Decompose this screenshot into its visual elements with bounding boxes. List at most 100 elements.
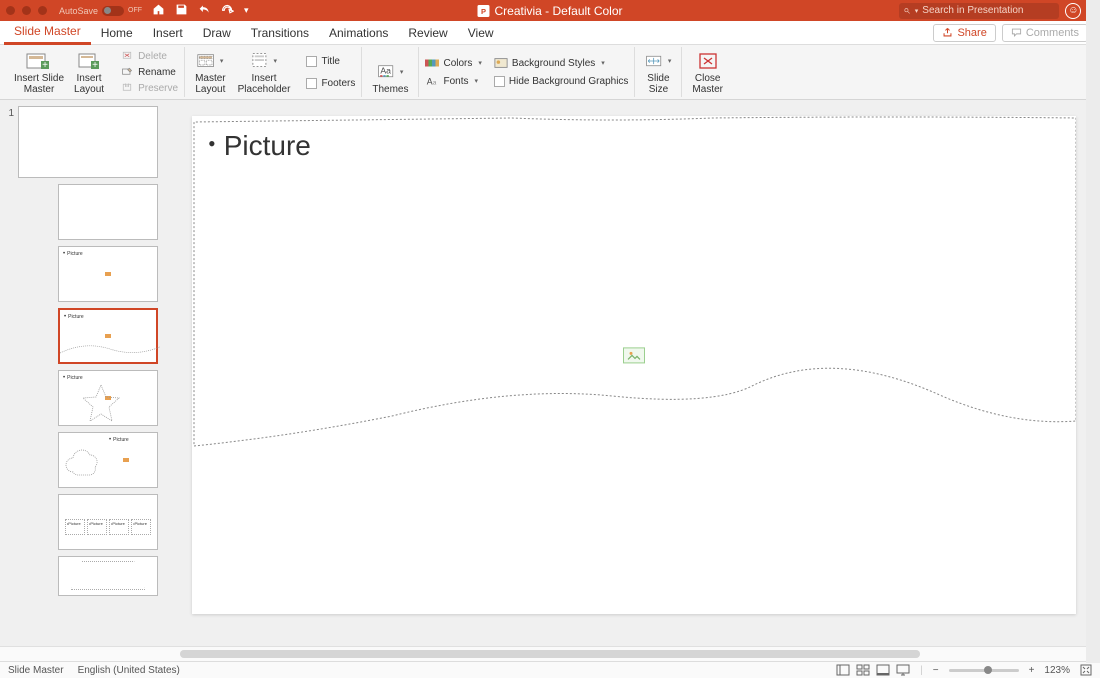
thumb-label: Picture [63, 375, 83, 381]
svg-text:Aa: Aa [381, 66, 392, 76]
share-button[interactable]: Share [933, 24, 995, 42]
slide-size-label: SlideSize [647, 73, 669, 95]
tab-view[interactable]: View [458, 21, 504, 45]
master-thumbnail[interactable] [18, 106, 158, 178]
normal-view-icon[interactable] [836, 664, 850, 676]
colors-button[interactable]: Colors▾ [425, 55, 481, 71]
layout-thumbnail-3[interactable]: Picture [58, 308, 158, 364]
picture-placeholder-icon [105, 334, 111, 338]
thumb-box: •Picture [131, 519, 151, 535]
tabs-right: Share Comments [933, 24, 1096, 42]
layout-thumbnail-5[interactable]: Picture [58, 432, 158, 488]
tab-draw[interactable]: Draw [193, 21, 241, 45]
title-checkbox[interactable] [306, 56, 317, 67]
footers-checkbox-row[interactable]: Footers [306, 75, 355, 91]
share-icon [942, 27, 953, 38]
search-icon [904, 6, 910, 16]
close-master-button[interactable]: CloseMaster [688, 48, 727, 97]
user-account-button[interactable]: ☺ [1065, 3, 1081, 19]
tab-insert[interactable]: Insert [143, 21, 193, 45]
delete-button[interactable]: Delete [120, 48, 178, 64]
title-checkbox-row[interactable]: Title [306, 53, 355, 69]
preserve-icon [120, 82, 134, 94]
fonts-button[interactable]: AaFonts▾ [425, 73, 481, 89]
fit-to-window-icon[interactable] [1080, 664, 1092, 676]
horizontal-scrollbar[interactable] [0, 646, 1100, 661]
save-icon[interactable] [175, 3, 188, 19]
layout-thumbnail-1[interactable] [58, 184, 158, 240]
vertical-scrollbar[interactable] [1086, 0, 1100, 663]
delete-icon [120, 50, 134, 62]
background-styles-button[interactable]: Background Styles▾ [494, 55, 629, 71]
qat-more-icon[interactable]: ▾ [244, 5, 249, 16]
background-styles-icon [494, 57, 508, 69]
slideshow-view-icon[interactable] [896, 664, 910, 676]
slide-canvas[interactable]: Picture [192, 116, 1076, 614]
trapezoid-shape-icon [71, 561, 146, 591]
title-right: ▾ ☺ ⌄ [899, 3, 1094, 19]
thumb-box: •Picture [109, 519, 129, 535]
picture-placeholder-shape[interactable] [192, 116, 1076, 614]
undo-icon[interactable] [198, 3, 211, 19]
tab-transitions[interactable]: Transitions [241, 21, 319, 45]
delete-label: Delete [138, 51, 167, 62]
insert-placeholder-label: InsertPlaceholder [238, 73, 291, 95]
rename-icon [120, 66, 134, 78]
picture-insert-icon[interactable] [623, 347, 645, 363]
reading-view-icon[interactable] [876, 664, 890, 676]
zoom-percent[interactable]: 123% [1044, 665, 1070, 676]
close-window-button[interactable] [6, 6, 15, 15]
thumb-label: Picture [63, 251, 83, 257]
fonts-label: Fonts [443, 76, 468, 87]
redo-icon[interactable] [221, 3, 234, 19]
zoom-slider[interactable] [949, 669, 1019, 672]
hide-bg-label: Hide Background Graphics [509, 76, 629, 87]
zoom-slider-knob[interactable] [984, 666, 992, 674]
layout-thumbnail-4[interactable]: Picture [58, 370, 158, 426]
minimize-window-button[interactable] [22, 6, 31, 15]
search-box[interactable]: ▾ [899, 3, 1059, 19]
comments-label: Comments [1026, 27, 1079, 39]
picture-placeholder-icon [105, 272, 111, 276]
comments-button[interactable]: Comments [1002, 24, 1088, 42]
master-slide-number: 1 [4, 106, 14, 119]
insert-layout-button[interactable]: + InsertLayout [70, 48, 108, 97]
layout-thumbnail-7[interactable] [58, 556, 158, 596]
hide-bg-checkbox-row[interactable]: Hide Background Graphics [494, 73, 629, 89]
insert-placeholder-button[interactable]: ▾ InsertPlaceholder [234, 48, 295, 97]
zoom-out-button[interactable]: − [933, 665, 939, 676]
svg-text:a: a [433, 80, 437, 87]
footers-checkbox[interactable] [306, 78, 317, 89]
content-area: 1 Picture Picture Picture Picture •Pictu… [0, 100, 1100, 646]
status-language[interactable]: English (United States) [78, 665, 180, 676]
tab-home[interactable]: Home [91, 21, 143, 45]
share-label: Share [957, 27, 986, 39]
maximize-window-button[interactable] [38, 6, 47, 15]
insert-layout-label: InsertLayout [74, 73, 104, 95]
zoom-in-button[interactable]: + [1029, 665, 1035, 676]
preserve-button[interactable]: Preserve [120, 80, 178, 96]
close-master-label: CloseMaster [692, 73, 723, 95]
search-input[interactable] [922, 5, 1054, 16]
placeholder-title[interactable]: Picture [208, 130, 311, 162]
tab-slide-master[interactable]: Slide Master [4, 21, 91, 45]
scrollbar-thumb[interactable] [180, 650, 920, 658]
statusbar: Slide Master English (United States) | −… [0, 661, 1100, 678]
home-icon[interactable] [152, 3, 165, 19]
sorter-view-icon[interactable] [856, 664, 870, 676]
master-layout-button[interactable]: ▾ MasterLayout [191, 48, 230, 97]
layout-thumbnail-6[interactable]: •Picture •Picture •Picture •Picture [58, 494, 158, 550]
thumb-label: Picture [64, 314, 84, 320]
comment-icon [1011, 27, 1022, 38]
rename-button[interactable]: Rename [120, 64, 178, 80]
tab-animations[interactable]: Animations [319, 21, 398, 45]
colors-label: Colors [443, 58, 472, 69]
themes-button[interactable]: Aa▾ Themes [368, 59, 412, 97]
document-title: P Creativia - Default Color [477, 4, 622, 18]
layout-thumbnail-2[interactable]: Picture [58, 246, 158, 302]
hide-bg-checkbox[interactable] [494, 76, 505, 87]
tab-review[interactable]: Review [398, 21, 457, 45]
insert-slide-master-button[interactable]: + Insert SlideMaster [10, 48, 68, 97]
slide-size-button[interactable]: ▾ SlideSize [641, 48, 675, 97]
autosave-toggle[interactable] [102, 6, 124, 16]
